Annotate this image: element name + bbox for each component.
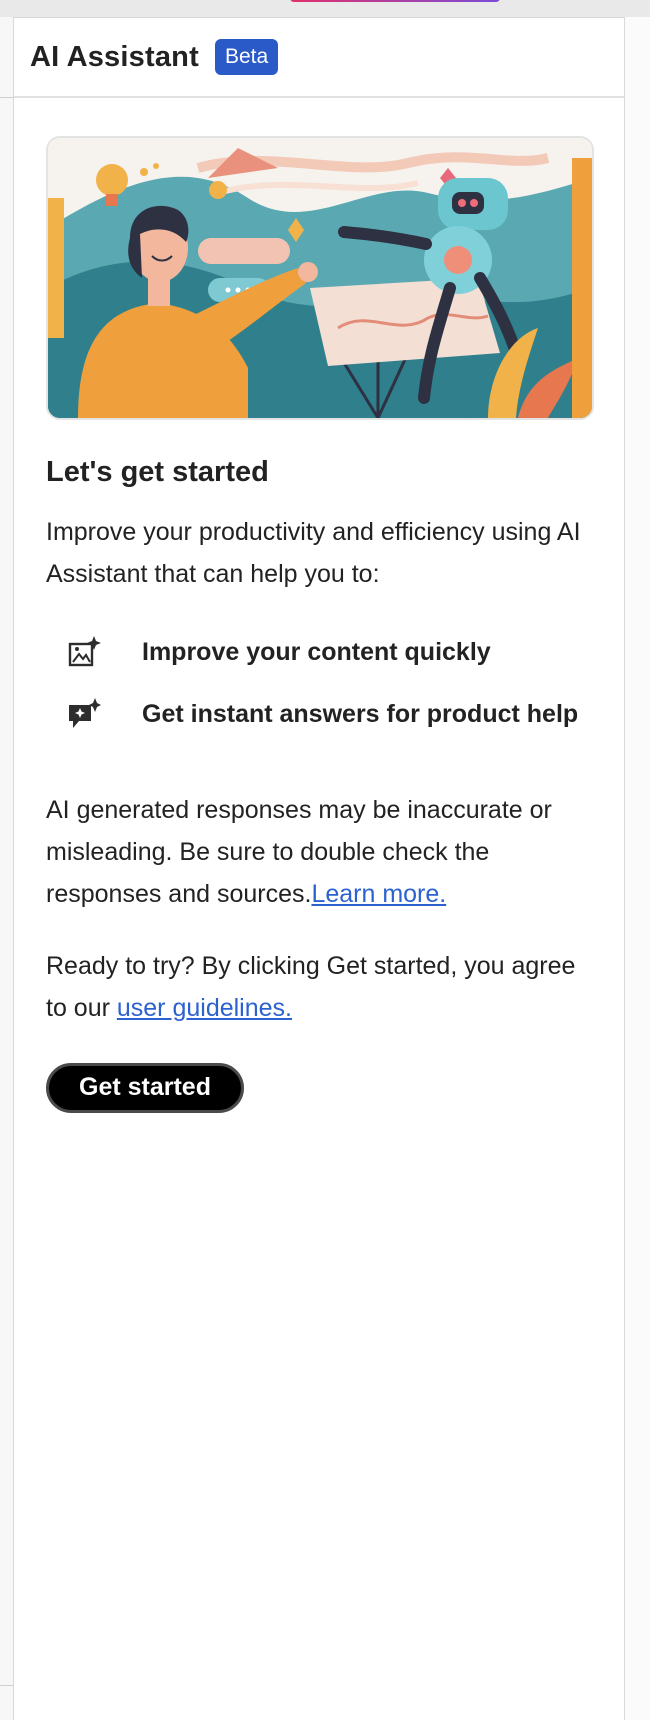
- ai-disclaimer: AI generated responses may be inaccurate…: [46, 789, 592, 915]
- disclaimer-text: AI generated responses may be inaccurate…: [46, 796, 552, 908]
- list-item: Improve your content quickly: [46, 621, 592, 683]
- gutter-divider: [0, 97, 13, 98]
- section-heading: Let's get started: [46, 456, 269, 488]
- top-accent-bar: [290, 0, 500, 2]
- illustration-person-and-robot: [48, 138, 592, 418]
- feature-label: Improve your content quickly: [142, 637, 491, 666]
- left-gutter: [0, 17, 14, 1720]
- agreement-text: Ready to try? By clicking Get started, y…: [46, 945, 592, 1029]
- top-strip: [0, 0, 650, 18]
- panel-title: AI Assistant: [30, 40, 199, 73]
- image-sparkle-icon: [64, 632, 104, 672]
- learn-more-link[interactable]: Learn more.: [311, 880, 446, 908]
- feature-label: Get instant answers for product help: [142, 699, 579, 728]
- get-started-button[interactable]: Get started: [46, 1063, 244, 1113]
- list-item: Get instant answers for product help: [46, 683, 592, 745]
- panel-header: AI Assistant Beta: [14, 18, 624, 98]
- gutter-divider: [0, 1685, 13, 1686]
- chat-sparkle-icon: [64, 694, 104, 734]
- hero-illustration: [46, 136, 594, 420]
- user-guidelines-link[interactable]: user guidelines.: [117, 994, 292, 1022]
- onboarding-content: Let's get started Improve your productiv…: [14, 98, 624, 1113]
- intro-text: Improve your productivity and efficiency…: [46, 518, 581, 588]
- feature-list: Improve your content quickly Get instant…: [46, 621, 592, 745]
- ai-assistant-panel: AI Assistant Beta Let's get started Impr…: [14, 18, 624, 1720]
- beta-badge: Beta: [214, 39, 279, 75]
- right-scroll-gutter[interactable]: [624, 17, 650, 1720]
